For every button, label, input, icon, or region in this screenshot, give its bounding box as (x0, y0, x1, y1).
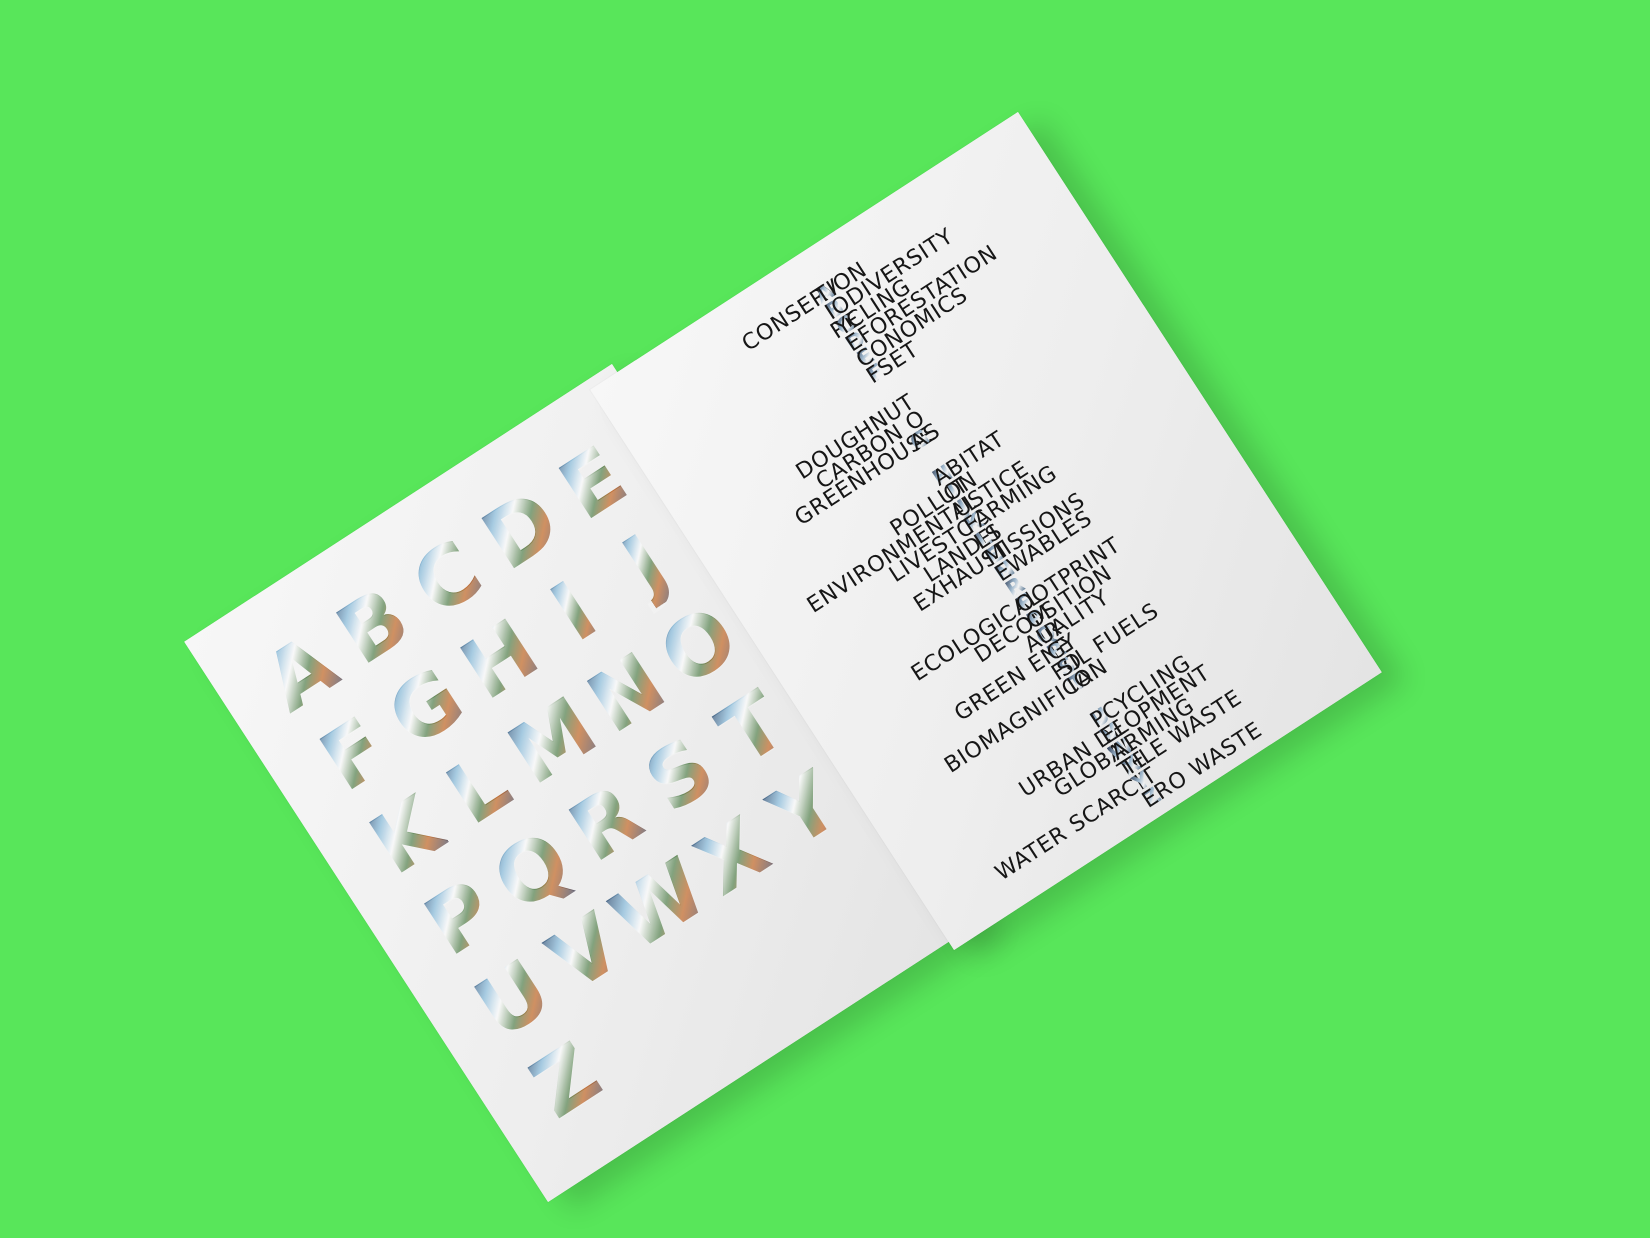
alphabet-letter: P (409, 861, 512, 975)
mockup-scene: A B C D E F G H I J K L M N O P Q R S T … (0, 0, 1650, 1238)
alphabet-letter: S (629, 719, 731, 832)
alphabet-letter: J (607, 517, 685, 614)
alphabet-letter: F (304, 699, 404, 811)
alphabet-letter: I (535, 563, 613, 661)
alphabet-letter: C (396, 522, 499, 635)
alphabet-letter: Y (754, 754, 856, 867)
alphabet-letter: E (543, 428, 643, 539)
alphabet-letter: Z (515, 1025, 618, 1138)
alphabet-letter: L (431, 735, 528, 844)
alphabet-letter: T (702, 673, 802, 784)
